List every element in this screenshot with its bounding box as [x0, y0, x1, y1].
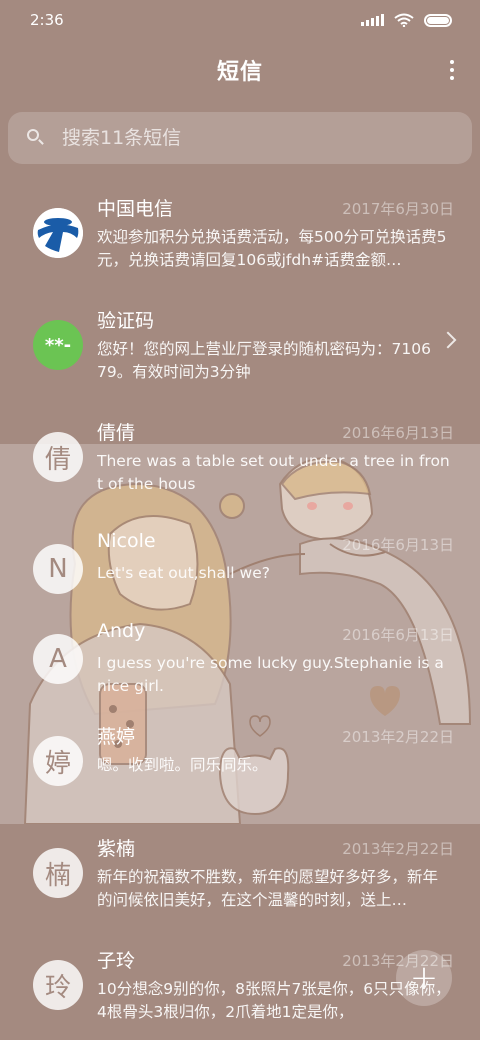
message-date: 2016年6月13日: [342, 424, 454, 442]
contact-name: 紫楠: [97, 838, 136, 860]
battery-icon: [424, 13, 452, 27]
list-item[interactable]: 楠 紫楠 2013年2月22日 新年的祝福数不胜数，新年的愿望好多好多，新年的问…: [0, 824, 480, 936]
status-time: 2:36: [30, 11, 64, 29]
message-preview: 您好！您的网上营业厅登录的随机密码为：710679。有效时间为3分钟: [97, 340, 431, 381]
message-date: 2016年6月13日: [342, 536, 454, 554]
list-item[interactable]: 婷 燕婷 2013年2月22日 嗯。收到啦。同乐同乐。: [0, 712, 480, 824]
avatar: A: [33, 634, 83, 684]
list-item[interactable]: A Andy 2016年6月13日 I guess you're some lu…: [0, 610, 480, 722]
message-date: 2013年2月22日: [342, 728, 454, 746]
message-date: 2016年6月13日: [342, 626, 454, 644]
contact-name: Andy: [97, 620, 146, 642]
avatar: N: [33, 544, 83, 594]
message-preview: I guess you're some lucky guy.Stephanie …: [97, 654, 444, 695]
chevron-right-icon: [439, 331, 457, 349]
contact-name: 中国电信: [97, 198, 174, 220]
message-preview: There was a table set out under a tree i…: [97, 452, 450, 493]
contact-name: 子玲: [97, 950, 136, 972]
more-options-icon[interactable]: [440, 56, 464, 84]
message-preview: 新年的祝福数不胜数，新年的愿望好多好多，新年的问候依旧美好，在这个温馨的时刻，送…: [97, 868, 439, 909]
contact-name: 验证码: [97, 310, 155, 332]
avatar: 婷: [33, 736, 83, 786]
list-item[interactable]: **- 验证码 您好！您的网上营业厅登录的随机密码为：710679。有效时间为3…: [0, 296, 480, 408]
message-preview: 嗯。收到啦。同乐同乐。: [97, 756, 268, 774]
new-message-button[interactable]: +: [396, 950, 452, 1006]
avatar: 玲: [33, 960, 83, 1010]
status-icons: [361, 13, 452, 27]
avatar: 倩: [33, 432, 83, 482]
search-bar[interactable]: [8, 112, 472, 164]
contact-name: 倩倩: [97, 422, 136, 444]
message-preview: 欢迎参加积分兑换话费活动，每500分可兑换话费5元，兑换话费请回复106或jfd…: [97, 228, 447, 269]
message-date: 2017年6月30日: [342, 200, 454, 218]
contact-name: Nicole: [97, 530, 156, 552]
page-title: 短信: [216, 60, 263, 85]
verification-code-avatar: **-: [33, 320, 83, 370]
wifi-icon: [394, 13, 414, 27]
signal-icon: [361, 14, 384, 26]
list-item[interactable]: 中国电信 2017年6月30日 欢迎参加积分兑换话费活动，每500分可兑换话费5…: [0, 184, 480, 296]
status-bar: 2:36: [0, 0, 480, 40]
message-preview: Let's eat out,shall we?: [97, 564, 270, 582]
message-date: 2013年2月22日: [342, 840, 454, 858]
search-input[interactable]: [62, 127, 422, 149]
avatar: 楠: [33, 848, 83, 898]
search-icon: [26, 128, 46, 148]
china-telecom-logo-icon: [33, 208, 83, 258]
header: 短信: [0, 48, 480, 92]
contact-name: 燕婷: [97, 726, 136, 748]
list-item[interactable]: 倩 倩倩 2016年6月13日 There was a table set ou…: [0, 408, 480, 520]
